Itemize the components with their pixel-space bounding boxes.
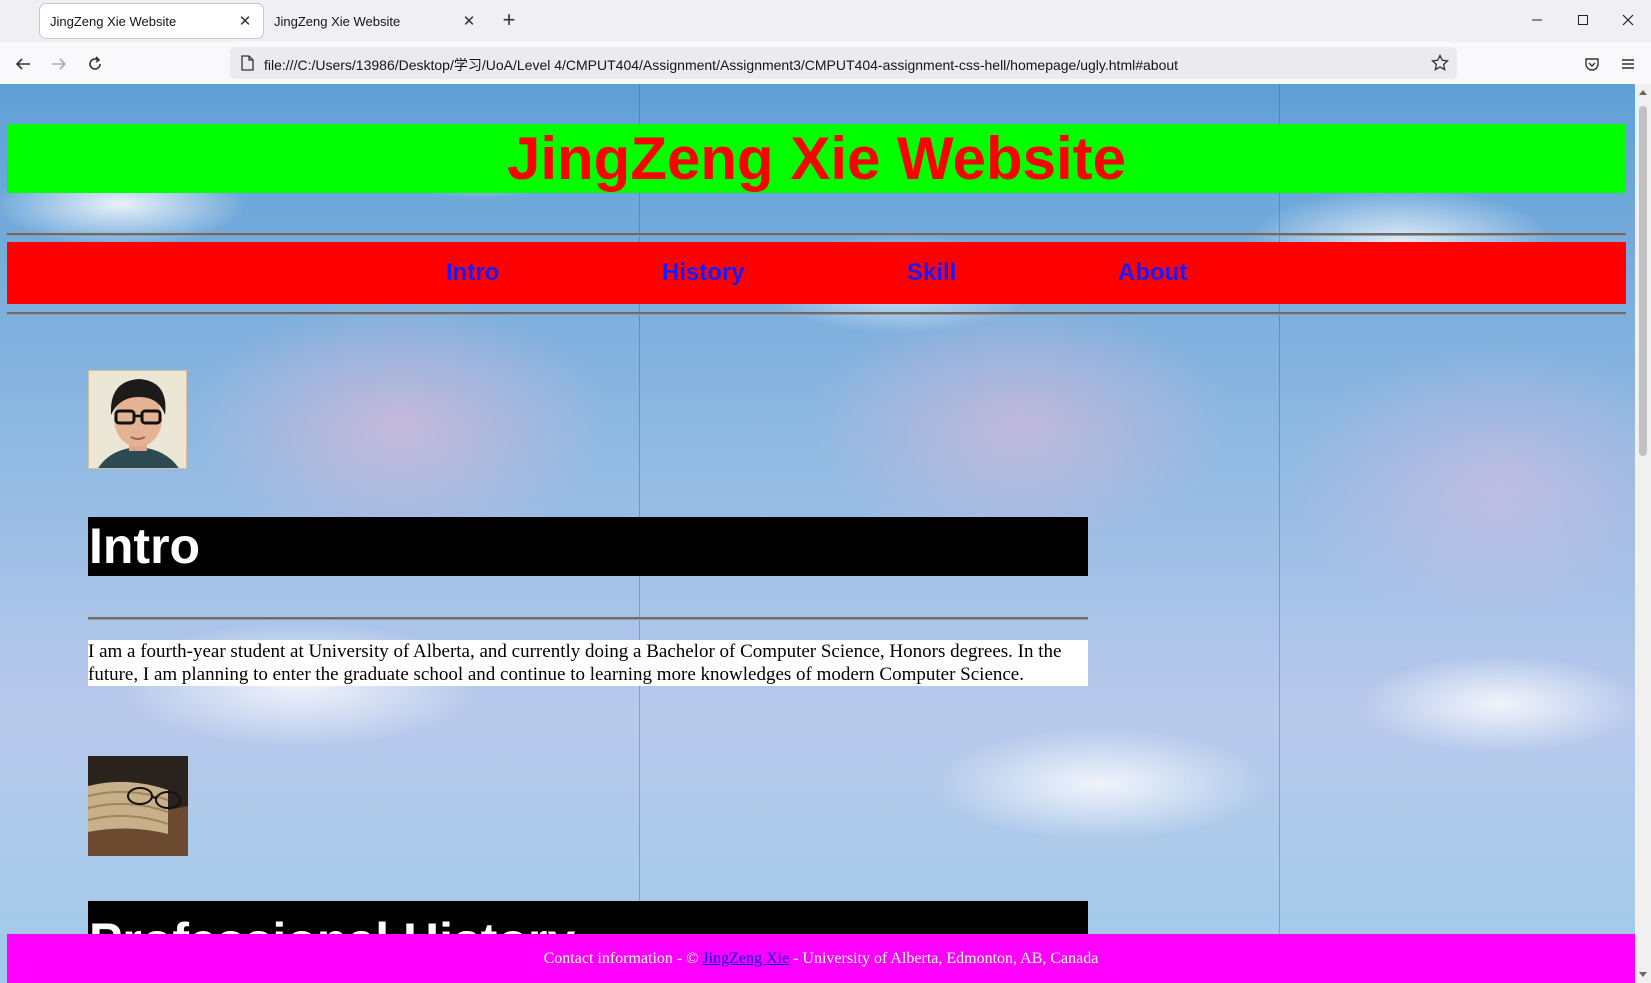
tab-title: JingZeng Xie Website	[50, 13, 177, 29]
footer-text: Contact information - ©	[543, 950, 703, 967]
background-tile-edge	[1279, 84, 1280, 983]
tab-title: JingZeng Xie Website	[274, 13, 401, 29]
intro-paragraph: I am a fourth-year student at University…	[88, 640, 1088, 686]
portrait-image	[88, 370, 187, 469]
browser-tab-bar: JingZeng Xie Website ✕ JingZeng Xie Webs…	[0, 0, 1651, 42]
maximize-icon[interactable]	[1560, 6, 1606, 34]
section-heading-intro: Intro	[88, 517, 1088, 576]
pocket-icon[interactable]	[1579, 51, 1605, 77]
divider	[7, 312, 1626, 315]
vertical-scrollbar[interactable]	[1635, 84, 1651, 983]
forward-arrow-icon[interactable]	[46, 51, 72, 77]
close-tab-icon[interactable]: ✕	[461, 12, 477, 30]
divider	[7, 233, 1626, 236]
nav-link-history[interactable]: History	[662, 259, 745, 287]
footer-text: - University of Alberta, Edmonton, AB, C…	[789, 950, 1099, 967]
nav-link-about[interactable]: About	[1118, 259, 1187, 287]
books-glasses-image	[88, 756, 188, 856]
menu-icon[interactable]	[1615, 51, 1641, 77]
footer-author-link[interactable]: JingZeng Xie	[702, 950, 789, 967]
nav-link-skill[interactable]: Skill	[907, 259, 956, 287]
browser-nav-bar: file:///C:/Users/13986/Desktop/学习/UoA/Le…	[0, 42, 1651, 85]
minimize-icon[interactable]	[1514, 6, 1560, 34]
scroll-up-arrow-icon[interactable]	[1638, 88, 1648, 96]
nav-link-intro[interactable]: Intro	[446, 259, 499, 287]
browser-tab[interactable]: JingZeng Xie Website ✕	[264, 4, 487, 38]
close-tab-icon[interactable]: ✕	[237, 12, 253, 30]
scrollbar-thumb[interactable]	[1639, 106, 1647, 456]
site-nav: Intro History Skill About	[7, 242, 1626, 304]
site-footer: Contact information - © JingZeng Xie - U…	[7, 934, 1635, 983]
page-icon	[241, 55, 254, 71]
close-window-icon[interactable]	[1605, 6, 1651, 34]
page-viewport: JingZeng Xie Website Intro History Skill…	[0, 84, 1635, 983]
browser-tab-active[interactable]: JingZeng Xie Website ✕	[40, 4, 263, 38]
divider	[88, 617, 1088, 620]
reload-icon[interactable]	[82, 51, 108, 77]
back-arrow-icon[interactable]	[10, 51, 36, 77]
plus-icon[interactable]: +	[498, 9, 520, 31]
url-bar[interactable]: file:///C:/Users/13986/Desktop/学习/UoA/Le…	[230, 47, 1457, 79]
url-text: file:///C:/Users/13986/Desktop/学习/UoA/Le…	[264, 57, 1179, 73]
site-title: JingZeng Xie Website	[7, 124, 1626, 193]
scroll-down-arrow-icon[interactable]	[1638, 971, 1648, 979]
bookmark-star-icon[interactable]	[1431, 54, 1449, 72]
